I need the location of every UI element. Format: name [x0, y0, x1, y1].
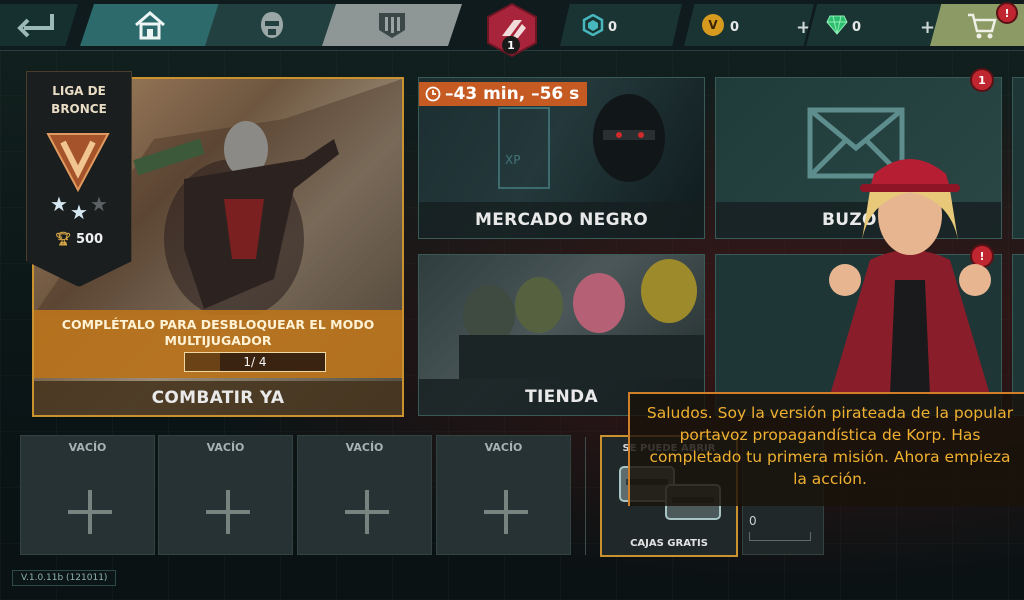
- gold-value: 0: [730, 20, 740, 35]
- spokeswoman-character-art: [829, 159, 991, 395]
- tokens-value: 0: [608, 20, 618, 35]
- home-icon: [132, 9, 168, 41]
- add-gold-button[interactable]: +: [796, 17, 811, 38]
- league-name-line1: LIGA DE: [52, 84, 106, 98]
- version-label: V.1.0.11b (121011): [12, 570, 117, 586]
- progress-text: 1/ 4: [243, 355, 267, 369]
- slots-divider: [585, 437, 586, 555]
- gems-value: 0: [852, 20, 862, 35]
- clock-icon: [425, 86, 441, 102]
- slot-label: VACÍO: [206, 441, 245, 454]
- league-badge[interactable]: LIGA DE BRONCE ★ ★ ★ 🏆︎ 500: [26, 71, 132, 287]
- token-icon: [582, 14, 604, 36]
- crates-slot-2-bar: [749, 532, 811, 541]
- top-bar: 1 0 V 0 + 0 + !: [0, 0, 1024, 58]
- add-slot-icon: [504, 490, 508, 534]
- market-timer: –43 min, –56 s: [419, 82, 588, 106]
- tab-home[interactable]: [80, 4, 220, 46]
- black-market-label: MERCADO NEGRO: [419, 202, 704, 238]
- dialog-message: Saludos. Soy la versión pirateada de la …: [646, 404, 1014, 488]
- add-gems-button[interactable]: +: [920, 17, 935, 38]
- cart-alert-badge: !: [998, 4, 1016, 22]
- helmet-icon: [257, 9, 287, 41]
- empty-slot-2[interactable]: VACÍO: [158, 435, 293, 555]
- currency-gems[interactable]: 0 +: [806, 4, 946, 46]
- mission-progress-bar: 1/ 4: [184, 352, 326, 372]
- trophy-icon: 🏆︎: [54, 232, 72, 247]
- black-market-card[interactable]: XP –43 min, –56 s MERCADO NEGRO: [418, 77, 705, 239]
- currency-gold[interactable]: V 0 +: [684, 4, 814, 46]
- combat-now-label: COMBATIR YA: [34, 381, 402, 415]
- trophy-count: 🏆︎ 500: [27, 232, 131, 247]
- slot-label: VACÍO: [68, 441, 107, 454]
- back-button[interactable]: [0, 4, 78, 46]
- gold-coin-icon: V: [702, 14, 724, 36]
- crates-slot-2-value: 0: [749, 514, 757, 528]
- svg-text:XP: XP: [505, 153, 520, 167]
- star-filled-icon: ★: [50, 192, 68, 216]
- add-slot-icon: [88, 490, 92, 534]
- currency-tokens[interactable]: 0: [560, 4, 682, 46]
- mailbox-badge: 1: [972, 70, 992, 90]
- empty-slot-1[interactable]: VACÍO: [20, 435, 155, 555]
- shop-soldiers-art: [459, 259, 704, 379]
- timer-value: –43 min, –56 s: [445, 84, 580, 104]
- tab-heroes[interactable]: [205, 4, 340, 46]
- tutorial-dialog[interactable]: Saludos. Soy la versión pirateada de la …: [628, 392, 1024, 506]
- add-slot-icon: [226, 490, 230, 534]
- slot-label: VACÍO: [345, 441, 384, 454]
- empty-slot-3[interactable]: VACÍO: [297, 435, 432, 555]
- slot-label: VACÍO: [484, 441, 523, 454]
- level-number-badge: 1: [502, 36, 520, 54]
- gem-icon: [826, 15, 848, 35]
- star-empty-icon: ★: [90, 192, 108, 216]
- league-name: LIGA DE BRONCE: [27, 82, 131, 118]
- tab-clan[interactable]: [322, 4, 462, 46]
- crates-footer: CAJAS GRATIS: [630, 538, 708, 549]
- trophy-value: 500: [75, 232, 104, 247]
- back-arrow-icon: [14, 10, 58, 40]
- empty-slot-4[interactable]: VACÍO: [436, 435, 571, 555]
- bronze-league-emblem-icon: [43, 130, 113, 196]
- banner-icon: [374, 9, 410, 41]
- cart-icon: [966, 12, 998, 40]
- add-slot-icon: [365, 490, 369, 534]
- league-name-line2: BRONCE: [51, 102, 107, 116]
- unlock-multiplayer-text: COMPLÉTALO PARA DESBLOQUEAR EL MODO MULT…: [61, 317, 375, 348]
- star-filled-icon: ★: [70, 200, 88, 224]
